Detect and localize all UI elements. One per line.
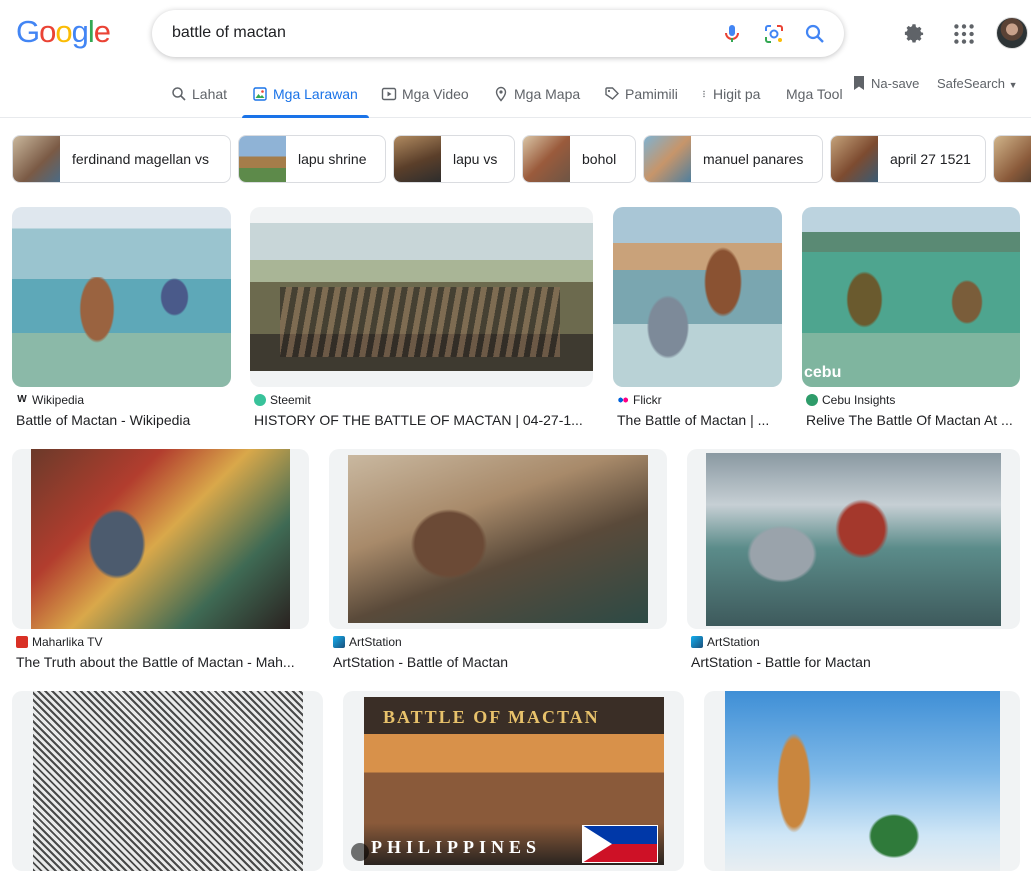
active-tab-indicator: [242, 115, 369, 118]
chip-thumbnail: [994, 136, 1031, 182]
source-label: Steemit: [270, 393, 311, 407]
chip-label: ferdinand magellan vs: [72, 151, 209, 167]
result-image[interactable]: [250, 207, 593, 387]
source-label: ArtStation: [349, 635, 402, 649]
search-input[interactable]: [172, 20, 692, 46]
result-image[interactable]: [12, 207, 231, 387]
result-title[interactable]: The Truth about the Battle of Mactan - M…: [16, 654, 309, 670]
related-chip[interactable]: april 27 1521: [830, 135, 986, 183]
related-chip[interactable]: lapu vs: [393, 135, 515, 183]
saved-label: Na-save: [871, 75, 920, 91]
chip-label: april 27 1521: [890, 151, 971, 167]
safesearch-menu[interactable]: SafeSearch ▼: [937, 76, 1017, 91]
tab-label: Lahat: [192, 86, 228, 102]
tab-label: Mga Video: [402, 86, 469, 102]
result-title[interactable]: Relive The Battle Of Mactan At ...: [806, 412, 1020, 428]
play-icon: [381, 87, 397, 101]
bookmark-icon: [854, 76, 864, 90]
apps-grid-icon[interactable]: [951, 21, 977, 47]
tab-maps[interactable]: Mga Mapa: [493, 86, 580, 102]
source-label: Maharlika TV: [32, 635, 103, 649]
result-image[interactable]: [329, 449, 667, 629]
tab-more[interactable]: Higit pa: [700, 86, 760, 102]
cebu-insights-favicon-icon: [806, 394, 818, 406]
result-title[interactable]: Battle of Mactan - Wikipedia: [16, 412, 231, 428]
tab-videos[interactable]: Mga Video: [381, 86, 469, 102]
pin-icon: [495, 86, 507, 102]
result-image[interactable]: [704, 691, 1020, 871]
result-source[interactable]: Steemit: [254, 393, 311, 407]
cebu-watermark: cebu: [804, 364, 842, 381]
chip-thumbnail: [239, 136, 286, 182]
result-image[interactable]: cebu: [802, 207, 1020, 387]
result-source[interactable]: ArtStation: [333, 635, 402, 649]
result-source[interactable]: W Wikipedia: [16, 393, 84, 407]
result-title[interactable]: ArtStation - Battle for Mactan: [691, 654, 1020, 670]
related-chip[interactable]: lapu shrine: [238, 135, 386, 183]
google-logo[interactable]: Google: [16, 14, 111, 50]
search-icon: [172, 87, 186, 101]
search-box: [152, 10, 844, 57]
result-image[interactable]: [12, 449, 309, 629]
result-title[interactable]: ArtStation - Battle of Mactan: [333, 654, 667, 670]
result-title[interactable]: The Battle of Mactan | ...: [617, 412, 782, 428]
mic-icon[interactable]: [720, 22, 744, 46]
result-title[interactable]: HISTORY OF THE BATTLE OF MACTAN | 04-27-…: [254, 412, 593, 428]
artstation-favicon-icon: [333, 636, 345, 648]
related-chip[interactable]: ferdinand magellan vs: [12, 135, 231, 183]
wikipedia-favicon-icon: W: [17, 394, 27, 405]
result-image[interactable]: [12, 691, 323, 871]
chip-label: lapu vs: [453, 151, 498, 167]
poster-title: BATTLE OF MACTAN: [383, 707, 600, 727]
result-image[interactable]: BATTLE OF MACTAN PHILIPPINES: [343, 691, 684, 871]
video-play-icon: [351, 843, 369, 861]
result-source[interactable]: Maharlika TV: [16, 635, 102, 649]
result-image[interactable]: [687, 449, 1020, 629]
image-icon: [253, 87, 267, 101]
lens-icon[interactable]: [762, 22, 786, 46]
tab-label: Mga Tool: [786, 86, 843, 102]
result-source[interactable]: Cebu Insights: [806, 393, 895, 407]
tab-tools[interactable]: Mga Tool: [786, 86, 843, 102]
source-label: Flickr: [633, 393, 662, 407]
source-label: Cebu Insights: [822, 393, 896, 407]
dropdown-caret-icon: ▼: [1008, 80, 1018, 90]
chip-thumbnail: [831, 136, 878, 182]
chip-thumbnail: [394, 136, 441, 182]
related-chip[interactable]: [993, 135, 1031, 183]
gear-icon[interactable]: [901, 21, 927, 47]
source-label: ArtStation: [707, 635, 760, 649]
chip-label: manuel panares: [703, 151, 804, 167]
chip-thumbnail: [13, 136, 60, 182]
tab-images[interactable]: Mga Larawan: [252, 86, 358, 102]
chip-label: bohol: [582, 151, 617, 167]
chip-thumbnail: [644, 136, 691, 182]
related-chip[interactable]: bohol: [522, 135, 636, 183]
tab-label: Mga Mapa: [514, 86, 581, 102]
tab-all[interactable]: Lahat: [171, 86, 227, 102]
tab-label: Higit pa: [713, 86, 761, 102]
chip-label: lapu shrine: [298, 151, 367, 167]
artstation-favicon-icon: [691, 636, 703, 648]
tag-icon: [605, 87, 619, 100]
related-chip[interactable]: manuel panares: [643, 135, 823, 183]
source-label: Wikipedia: [32, 393, 85, 407]
maharlika-tv-favicon-icon: [16, 636, 28, 648]
poster-subtitle: PHILIPPINES: [371, 837, 542, 857]
tab-shopping[interactable]: Pamimili: [604, 86, 678, 102]
tab-label: Pamimili: [625, 86, 678, 102]
result-source[interactable]: ArtStation: [691, 635, 760, 649]
tab-label: Mga Larawan: [273, 86, 358, 102]
steemit-favicon-icon: [254, 394, 266, 406]
saved-link[interactable]: Na-save: [853, 75, 919, 91]
result-source[interactable]: Flickr: [617, 393, 662, 407]
account-avatar[interactable]: [996, 17, 1028, 49]
chip-thumbnail: [523, 136, 570, 182]
result-image[interactable]: [613, 207, 782, 387]
safesearch-label: SafeSearch: [937, 76, 1005, 91]
flickr-favicon-icon: [617, 394, 629, 406]
more-vert-icon: [703, 90, 705, 98]
search-icon[interactable]: [803, 22, 827, 46]
